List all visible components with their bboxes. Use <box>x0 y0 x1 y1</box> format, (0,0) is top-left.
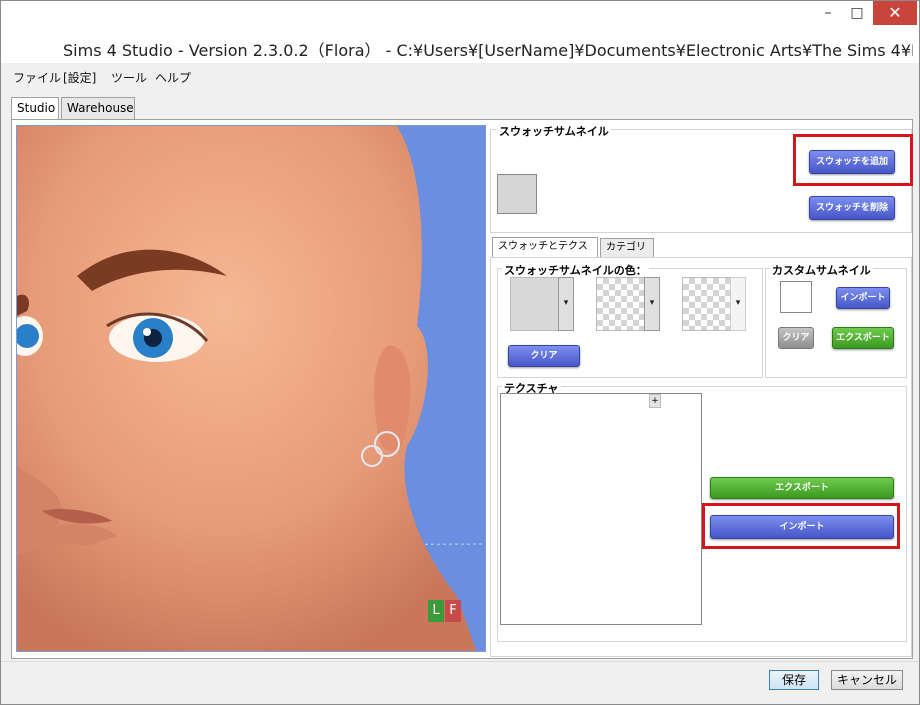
texture-scroll-icon[interactable]: + <box>649 394 661 408</box>
remove-swatch-button[interactable]: スウォッチを削除 <box>809 196 895 220</box>
export-thumbnail-button[interactable]: エクスポート <box>832 327 894 349</box>
texture-group: テクスチャ + エクスポート インポート <box>497 380 907 642</box>
tab-category[interactable]: カテゴリー <box>600 238 654 271</box>
title-bar: Sims 4 Studio - Version 2.3.0.2（Flora） -… <box>1 1 919 63</box>
custom-thumbnail-preview[interactable] <box>780 281 812 313</box>
footer-bar: 保存 キャンセル <box>1 661 919 704</box>
cancel-button[interactable]: キャンセル <box>831 670 903 690</box>
color-2-dropdown-icon[interactable]: ▾ <box>644 277 660 331</box>
menu-tools[interactable]: ツール <box>111 69 147 86</box>
swatch-thumbnail-preview[interactable] <box>497 174 537 214</box>
menu-bar: ファイル [設定] ツール ヘルプ <box>9 65 913 95</box>
color-3-dropdown-icon[interactable]: ▾ <box>730 277 746 331</box>
lf-logo-icon: L F <box>428 600 464 626</box>
export-texture-button[interactable]: エクスポート <box>710 477 894 499</box>
close-button[interactable]: ✕ <box>873 1 917 25</box>
sim-head-render <box>17 126 485 651</box>
save-button[interactable]: 保存 <box>769 670 819 690</box>
custom-thumbnail-group: カスタムサムネイル インポート クリア エクスポート <box>765 262 907 378</box>
right-panel: スウォッチサムネイル スウォッチを追加 スウォッチを削除 スウォッチとテクスチャ… <box>490 121 913 657</box>
swatch-color-title: スウォッチサムネイルの色： <box>502 262 649 278</box>
custom-thumbnail-title: カスタムサムネイル <box>770 262 873 278</box>
clear-thumbnail-button[interactable]: クリア <box>778 327 814 349</box>
minimize-button[interactable]: – <box>813 1 843 25</box>
tab-warehouse[interactable]: Warehouse <box>61 97 135 119</box>
model-viewport[interactable]: L F <box>16 125 486 652</box>
menu-settings[interactable]: [設定] <box>63 69 96 86</box>
swatch-thumbnail-title: スウォッチサムネイル <box>497 123 611 139</box>
menu-file[interactable]: ファイル <box>13 69 61 86</box>
tab-swatch-texture[interactable]: スウォッチとテクスチャ <box>492 237 598 270</box>
maximize-button[interactable]: □ <box>843 1 871 25</box>
color-1-dropdown-icon[interactable]: ▾ <box>558 277 574 331</box>
import-thumbnail-button[interactable]: インポート <box>836 287 890 309</box>
highlight-import-texture <box>702 503 900 549</box>
swatch-thumbnail-group: スウォッチサムネイル スウォッチを追加 スウォッチを削除 <box>490 123 913 233</box>
logo-letter-right: F <box>445 600 461 622</box>
window-title: Sims 4 Studio - Version 2.3.0.2（Flora） -… <box>63 41 913 60</box>
logo-letter-left: L <box>428 600 444 622</box>
menu-help[interactable]: ヘルプ <box>155 69 191 86</box>
clear-color-button[interactable]: クリア <box>508 345 580 367</box>
swatch-texture-tab-panel: スウォッチサムネイルの色： ▾ ▾ ▾ クリア カスタムサムネイル インポート … <box>490 257 912 657</box>
tab-studio[interactable]: Studio <box>11 97 59 120</box>
swatch-color-group: スウォッチサムネイルの色： ▾ ▾ ▾ クリア <box>497 262 763 378</box>
app-window: Sims 4 Studio - Version 2.3.0.2（Flora） -… <box>0 0 920 705</box>
texture-preview[interactable]: + <box>500 393 702 625</box>
highlight-add-swatch <box>793 134 913 186</box>
